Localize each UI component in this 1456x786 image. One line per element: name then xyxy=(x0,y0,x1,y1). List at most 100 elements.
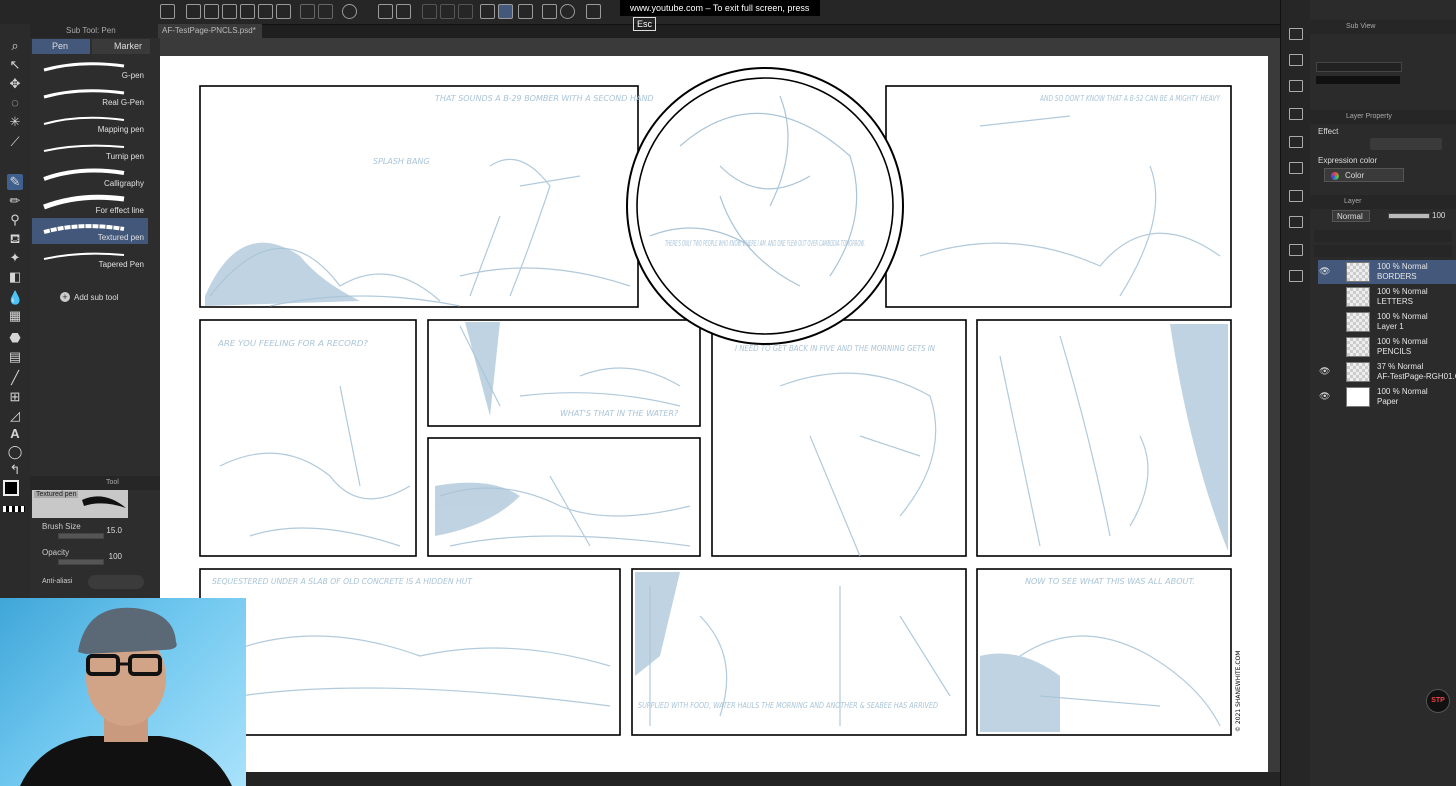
layer-row[interactable]: 👁 100 % Normal BORDERS xyxy=(1318,260,1456,284)
caption-panel-5: WHAT'S THAT IN THE WATER? xyxy=(560,409,679,418)
anti-alias-selector[interactable] xyxy=(88,575,144,589)
crop-icon[interactable] xyxy=(440,4,455,19)
tab-marker[interactable]: Marker xyxy=(92,39,150,54)
color-history-icon[interactable] xyxy=(1289,270,1303,282)
decoration-icon[interactable]: ✦ xyxy=(7,250,23,266)
caption-panel-4: ARE YOU FEELING FOR A RECORD? xyxy=(217,339,369,348)
move-icon[interactable]: ✥ xyxy=(7,76,23,92)
layer-opacity-mode: 100 % Normal xyxy=(1377,287,1428,296)
opacity-value[interactable]: 100 xyxy=(94,552,122,561)
brush-g-pen[interactable]: G-pen xyxy=(32,56,148,82)
effect-buttons[interactable] xyxy=(1370,138,1442,150)
layer-row[interactable]: 100 % Normal Layer 1 xyxy=(1318,310,1456,334)
caption-panel-11: NOW TO SEE WHAT THIS WAS ALL ABOUT. xyxy=(1025,577,1195,586)
layer-row[interactable]: 100 % Normal PENCILS xyxy=(1318,335,1456,359)
print-icon[interactable] xyxy=(258,4,273,19)
tool-property-header: Tool xyxy=(30,476,160,490)
transform-icon[interactable] xyxy=(396,4,411,19)
layer-opacity-value[interactable]: 100 xyxy=(1432,211,1445,220)
document-tab[interactable]: AF-TestPage-PNCLS.psd* xyxy=(158,24,262,38)
bucket-icon[interactable]: ⬣ xyxy=(7,330,23,346)
brush-icon[interactable]: ⚲ xyxy=(7,212,23,228)
history-icon[interactable] xyxy=(1289,108,1303,120)
brush-tapered-pen[interactable]: Tapered Pen xyxy=(32,245,148,271)
export-icon[interactable] xyxy=(240,4,255,19)
layer-row[interactable]: 👁 100 % Normal Paper xyxy=(1318,385,1456,409)
brush-size-value[interactable]: 15.0 xyxy=(94,526,122,535)
frame-icon[interactable]: ⊞ xyxy=(7,389,23,405)
zoom-icon[interactable]: ⌕ xyxy=(7,38,23,54)
clear-selection-icon[interactable] xyxy=(422,4,437,19)
channel-badge[interactable]: STP xyxy=(1426,689,1450,713)
brush-turnip-pen[interactable]: Turnip pen xyxy=(32,137,148,163)
invert-selection-icon[interactable] xyxy=(458,4,473,19)
fill-tool-icon[interactable]: ▦ xyxy=(7,308,23,324)
brush-for-effect-line[interactable]: For effect line xyxy=(32,191,148,217)
blend-icon[interactable]: 💧 xyxy=(7,290,23,306)
layer-search-icon[interactable] xyxy=(1289,216,1303,228)
pen-snap-icon[interactable] xyxy=(498,4,513,19)
save-icon[interactable] xyxy=(222,4,237,19)
main-color-swatch[interactable] xyxy=(3,480,19,496)
eye-icon[interactable]: 👁 xyxy=(1319,266,1330,277)
close-panel-icon[interactable] xyxy=(1289,80,1303,92)
pen-tool-icon[interactable]: ✎ xyxy=(7,174,23,190)
esc-key-badge: Esc xyxy=(633,17,657,31)
magic-wand-icon[interactable]: ✳ xyxy=(7,114,23,130)
operation-icon[interactable]: ↖ xyxy=(7,57,23,73)
share-icon[interactable] xyxy=(276,4,291,19)
redo-icon[interactable] xyxy=(318,4,333,19)
text-tool-icon[interactable]: A xyxy=(7,426,23,442)
brush-calligraphy[interactable]: Calligraphy xyxy=(32,164,148,190)
panel-7-border xyxy=(711,319,967,557)
ruler-tool-icon[interactable]: ◿ xyxy=(7,408,23,424)
eye-icon[interactable]: 👁 xyxy=(1319,391,1330,402)
lasso-icon[interactable]: ◌ xyxy=(7,95,23,111)
eye-icon[interactable]: 👁 xyxy=(1319,366,1330,377)
figure-icon[interactable]: ╱ xyxy=(7,370,23,386)
add-sub-tool-button[interactable]: + Add sub tool xyxy=(60,292,118,302)
loading-icon[interactable] xyxy=(342,4,357,19)
correct-line-icon[interactable]: ↰ xyxy=(7,462,23,478)
phone-icon[interactable] xyxy=(586,4,601,19)
tab-pen[interactable]: Pen xyxy=(32,39,90,54)
layer-name: Layer 1 xyxy=(1377,322,1404,331)
layer-opacity-slider[interactable] xyxy=(1388,213,1430,219)
new-file-icon[interactable] xyxy=(186,4,201,19)
ruler-icon[interactable] xyxy=(480,4,495,19)
material-icon[interactable] xyxy=(1289,54,1303,66)
layer-opacity-mode: 100 % Normal xyxy=(1377,387,1428,396)
comic-page[interactable]: THAT SOUNDS A B-29 BOMBER WITH A SECOND … xyxy=(160,56,1268,772)
fill-icon[interactable] xyxy=(378,4,393,19)
tool-strip: ⌕ ↖ ✥ ◌ ✳ ⟋ ✎ ✏ ⚲ ⛾ ✦ ◧ 💧 ▦ ⬣ ▤ ╱ ⊞ ◿ A … xyxy=(0,24,31,598)
layer-row[interactable]: 100 % Normal LETTERS xyxy=(1318,285,1456,309)
pencil-icon[interactable]: ✏ xyxy=(7,193,23,209)
transparent-color-swatch[interactable] xyxy=(3,506,25,512)
brush-size-label: Brush Size xyxy=(42,522,81,531)
anti-alias-label: Anti-aliasi xyxy=(42,578,73,585)
layer-row[interactable]: 👁 37 % Normal AF-TestPage-RGH01.C xyxy=(1318,360,1456,384)
caption-panel-9: SEQUESTERED UNDER A SLAB OF OLD CONCRETE… xyxy=(212,577,473,586)
vector-icon[interactable] xyxy=(518,4,533,19)
color-slider-icon[interactable] xyxy=(1289,244,1303,256)
item-bank-icon[interactable] xyxy=(1289,162,1303,174)
timeline-icon[interactable] xyxy=(1289,190,1303,202)
expression-color-select[interactable]: Color xyxy=(1324,168,1404,182)
brush-real-g-pen[interactable]: Real G-Pen xyxy=(32,83,148,109)
open-file-icon[interactable] xyxy=(204,4,219,19)
eraser-icon[interactable]: ◧ xyxy=(7,269,23,285)
brush-textured-pen[interactable]: Textured pen xyxy=(32,218,148,244)
airbrush-icon[interactable]: ⛾ xyxy=(7,231,23,247)
auto-action-icon[interactable] xyxy=(1289,136,1303,148)
balloon-icon[interactable]: ◯ xyxy=(7,444,23,460)
navigator-icon[interactable] xyxy=(1289,28,1303,40)
help-icon[interactable] xyxy=(560,4,575,19)
layer-opacity-mode: 100 % Normal xyxy=(1377,312,1428,321)
gradient-icon[interactable]: ▤ xyxy=(7,349,23,365)
companion-icon[interactable] xyxy=(542,4,557,19)
canvas-icon[interactable] xyxy=(160,4,175,19)
undo-icon[interactable] xyxy=(300,4,315,19)
blend-mode-select[interactable]: Normal xyxy=(1332,210,1370,222)
brush-mapping-pen[interactable]: Mapping pen xyxy=(32,110,148,136)
eyedropper-icon[interactable]: ⟋ xyxy=(7,134,23,150)
